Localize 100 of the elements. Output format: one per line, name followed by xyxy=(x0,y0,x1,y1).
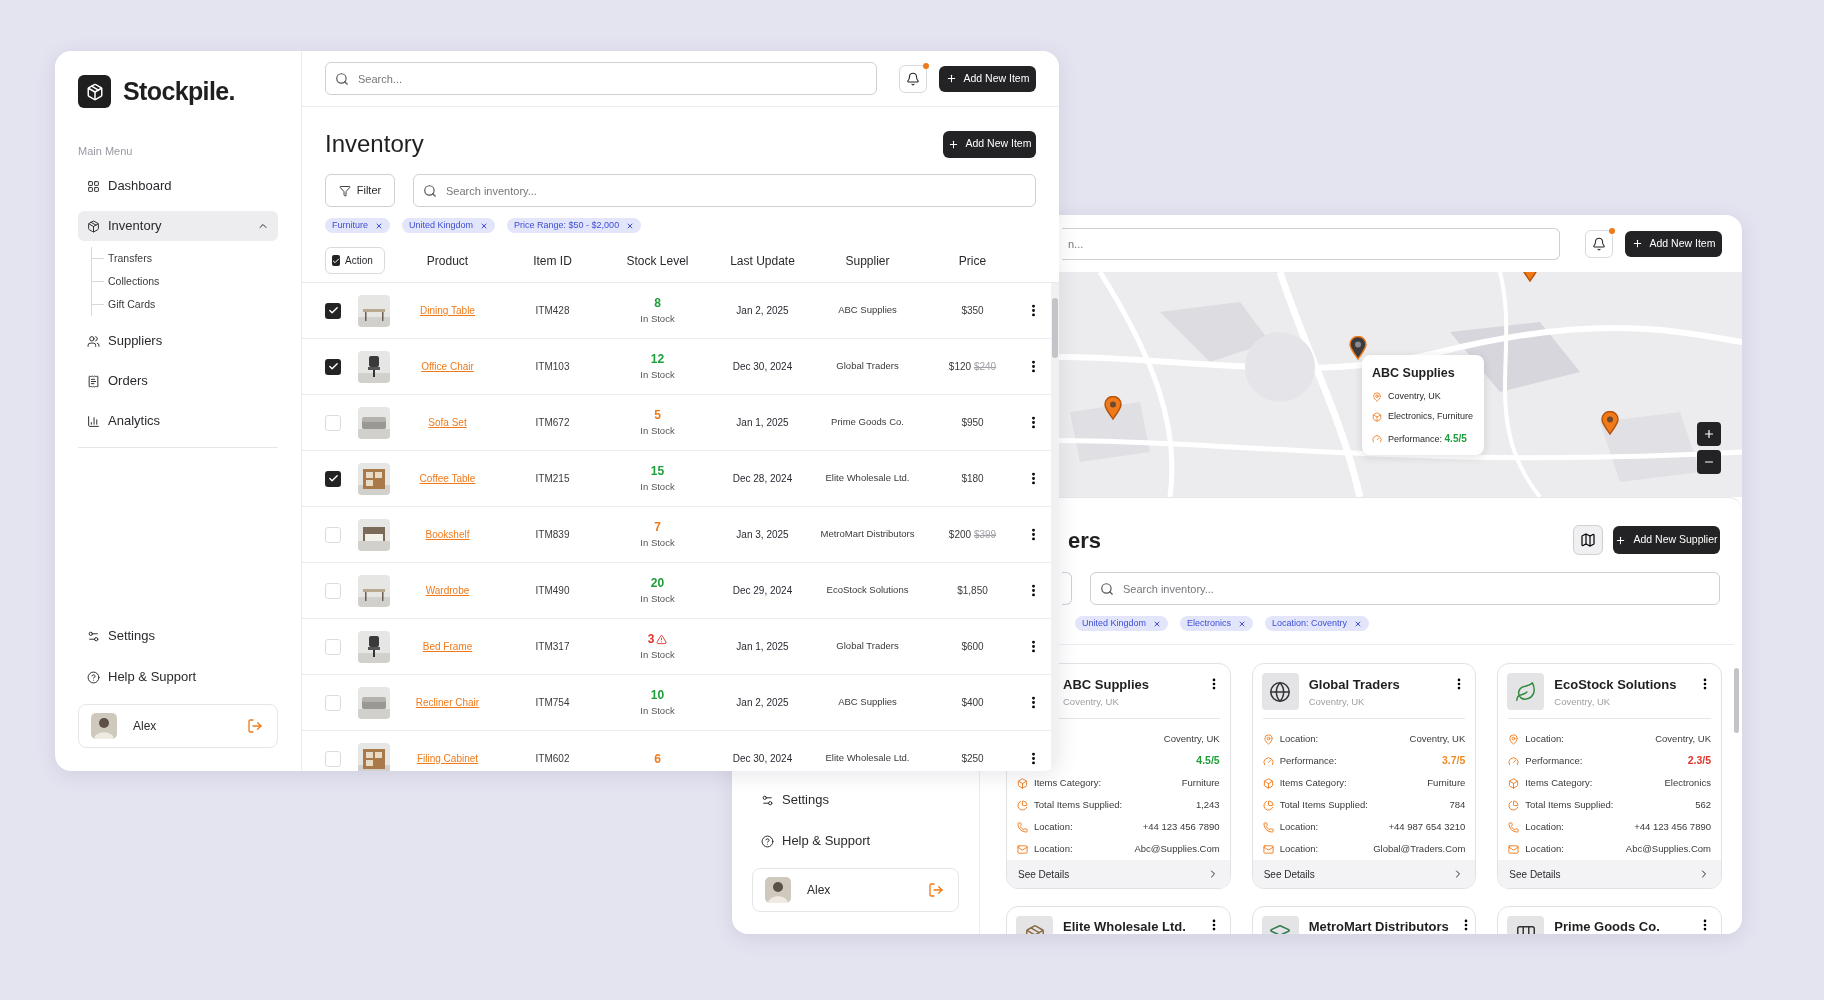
supplier-name: Prime Goods Co. xyxy=(1554,918,1660,934)
row-checkbox[interactable] xyxy=(325,526,341,543)
bell-icon xyxy=(906,71,920,86)
map-pin-icon xyxy=(1508,733,1520,745)
row-checkbox[interactable] xyxy=(325,302,341,319)
check-icon xyxy=(327,361,339,372)
box-icon xyxy=(1262,777,1274,789)
filter-chip[interactable]: Location: Coventry xyxy=(1265,616,1370,631)
row-checkbox[interactable] xyxy=(325,638,341,655)
gauge-icon xyxy=(1372,433,1382,444)
column-header: Last Update xyxy=(729,252,796,270)
close-icon[interactable] xyxy=(375,221,383,230)
close-icon[interactable] xyxy=(1153,619,1162,628)
map-toggle-button[interactable] xyxy=(1573,525,1603,555)
nav-item[interactable]: Suppliers xyxy=(78,326,278,356)
nav-item[interactable]: Orders xyxy=(78,366,278,396)
row-checkbox[interactable] xyxy=(325,750,341,767)
submenu-item[interactable]: Collections xyxy=(108,273,160,290)
detail-label: Total Items Supplied: xyxy=(1034,797,1123,812)
search-field[interactable]: Search inventory... xyxy=(1090,572,1720,605)
submenu-item[interactable]: Transfers xyxy=(108,250,152,267)
row-checkbox[interactable] xyxy=(325,414,341,431)
table-cell-text: Dec 28, 2024 xyxy=(731,472,794,486)
select-all-checkbox[interactable] xyxy=(332,255,340,266)
close-icon[interactable] xyxy=(480,221,489,230)
detail-label: Performance: xyxy=(1525,753,1583,768)
scrollbar-thumb[interactable] xyxy=(1734,668,1739,733)
table-cell-text: EcoStock Solutions xyxy=(825,583,910,598)
add-button[interactable]: Add New Item xyxy=(939,65,1036,92)
zoom-out-button[interactable] xyxy=(1697,450,1721,474)
pie-chart-icon xyxy=(1262,799,1274,811)
detail-label: Items Category: xyxy=(1034,775,1102,790)
detail-value: +44 987 654 3210 xyxy=(1388,819,1466,834)
search-field[interactable]: n... xyxy=(1062,227,1560,260)
mail-icon xyxy=(1262,843,1274,855)
pie-chart-icon xyxy=(1017,799,1028,811)
nav-item[interactable]: Help & Support xyxy=(78,662,278,692)
search-field[interactable]: Search... xyxy=(325,62,877,95)
stock-count: 6 xyxy=(654,750,661,768)
add-button[interactable]: Add New Supplier xyxy=(1613,526,1720,554)
scrollbar-thumb[interactable] xyxy=(1052,298,1058,358)
detail-value: Global@Traders.Com xyxy=(1373,841,1466,856)
detail-value: +44 123 456 7890 xyxy=(1634,819,1711,834)
table-cell-text: Prime Goods Co. xyxy=(830,415,905,430)
detail-label: Location: xyxy=(1279,819,1319,834)
row-checkbox[interactable] xyxy=(325,358,341,375)
supplier-name: Elite Wholesale Ltd. xyxy=(1063,918,1186,934)
map-pin-icon[interactable] xyxy=(1104,396,1122,420)
search-field[interactable]: Search inventory... xyxy=(413,174,1036,207)
stock-count: 20 xyxy=(650,575,665,593)
logout-icon xyxy=(928,882,944,898)
filter-chip[interactable]: Furniture xyxy=(325,218,390,233)
nav-item[interactable]: Inventory xyxy=(78,211,278,241)
submenu-item[interactable]: Gift Cards xyxy=(108,296,156,313)
zoom-in-button[interactable] xyxy=(1697,422,1721,446)
box-icon xyxy=(1017,777,1028,789)
nav-item[interactable]: Settings xyxy=(752,785,959,815)
map-pin-icon[interactable] xyxy=(1601,411,1619,435)
action-dropdown[interactable]: Action xyxy=(325,247,385,274)
close-icon[interactable] xyxy=(626,221,635,230)
stock-count: 5 xyxy=(654,407,661,425)
nav-item[interactable]: Dashboard xyxy=(78,171,278,201)
row-checkbox[interactable] xyxy=(325,470,341,487)
add-button[interactable]: Add New Item xyxy=(1625,230,1722,257)
add-button[interactable]: Add New Item xyxy=(943,130,1036,158)
grid-icon xyxy=(87,179,100,193)
filter-chip[interactable]: Electronics xyxy=(1180,616,1254,631)
box-icon xyxy=(1508,777,1520,789)
map-pin-icon[interactable] xyxy=(1349,336,1367,360)
row-checkbox[interactable] xyxy=(325,694,341,711)
row-checkbox[interactable] xyxy=(325,582,341,599)
popup-text: Coventry, UK xyxy=(1388,389,1441,403)
table-cell-text: ABC Supplies xyxy=(837,695,898,710)
notification-button[interactable] xyxy=(1585,229,1613,258)
globe-icon xyxy=(1269,680,1292,703)
see-details-link[interactable]: See Details xyxy=(1007,860,1230,888)
column-header: Supplier xyxy=(844,252,891,270)
funnel-icon xyxy=(338,184,351,197)
stock-status: In Stock xyxy=(640,648,675,663)
see-details-link[interactable]: See Details xyxy=(1498,860,1721,888)
detail-value: 784 xyxy=(1449,797,1466,812)
detail-label: Location: xyxy=(1279,731,1319,746)
see-details-link[interactable]: See Details xyxy=(1252,860,1476,888)
help-icon xyxy=(87,670,100,684)
detail-value: Coventry, UK xyxy=(1409,731,1466,746)
filter-chip[interactable]: United Kingdom xyxy=(402,218,496,233)
filter-chip[interactable]: United Kingdom xyxy=(1075,616,1169,631)
close-icon[interactable] xyxy=(1354,619,1363,628)
stock-status: In Stock xyxy=(640,704,675,719)
nav-item[interactable]: Help & Support xyxy=(752,826,959,856)
table-cell-text: ITM672 xyxy=(534,416,571,430)
nav-item[interactable]: Analytics xyxy=(78,406,278,436)
filter-chip[interactable]: Price Range: $50 - $2,000 xyxy=(507,218,642,233)
stock-count: 15 xyxy=(650,463,665,481)
close-icon[interactable] xyxy=(1238,619,1247,628)
logout-icon xyxy=(247,718,263,734)
filter-button[interactable]: Filter xyxy=(325,174,395,207)
table-cell-text: Jan 1, 2025 xyxy=(735,416,790,430)
notification-button[interactable] xyxy=(899,64,927,93)
nav-item[interactable]: Settings xyxy=(78,621,278,651)
